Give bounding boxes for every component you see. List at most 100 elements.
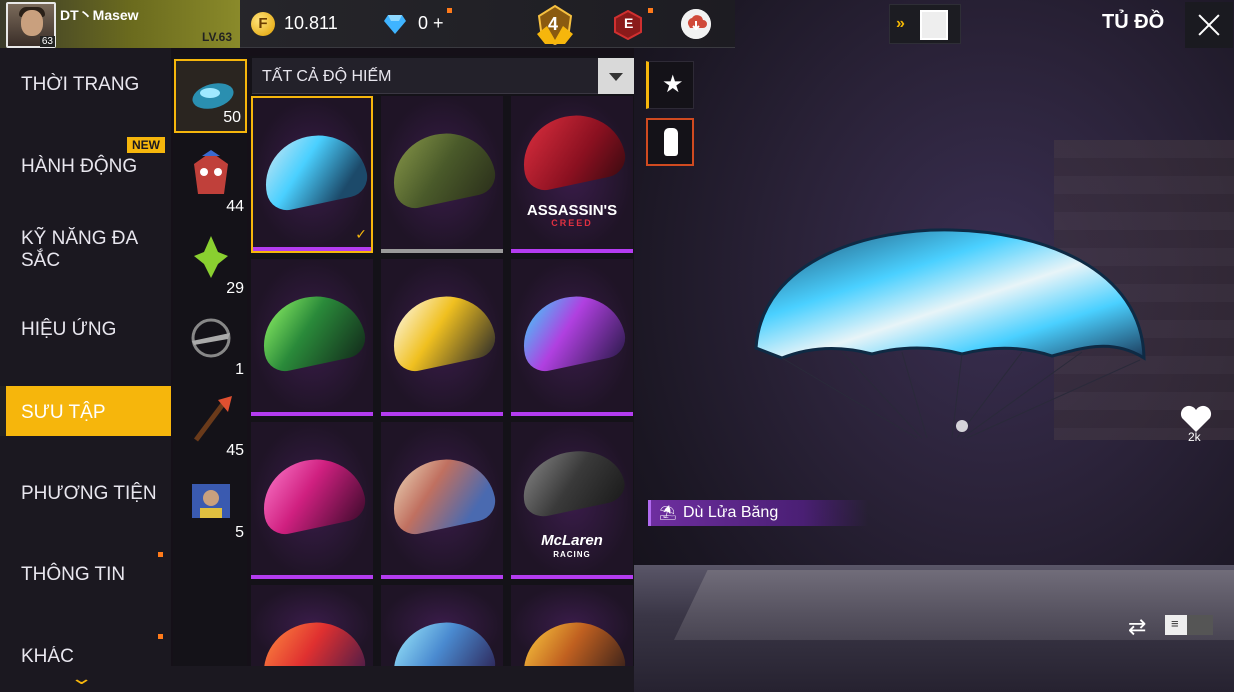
nav-item-effects[interactable]: HIỆU ỨNG [0, 319, 171, 375]
player-level: LV.63 [202, 30, 233, 44]
item-count: 29 [226, 280, 244, 297]
avatar[interactable]: 63 [6, 2, 56, 48]
nav-item-vehicles[interactable]: PHƯƠNG TIỆN [0, 483, 171, 539]
axe-icon [194, 396, 232, 442]
assassins-creed-subtitle: CREED [551, 218, 593, 228]
subcategory-planes[interactable]: 1 [174, 303, 248, 383]
diamond-amount[interactable]: 0 + [418, 13, 444, 34]
rarity-filter-dropdown[interactable]: TẤT CẢ ĐỘ HIẾM [252, 58, 634, 94]
nav-label: PHƯƠNG TIỆN [21, 483, 157, 504]
nav-label: HÀNH ĐỘNG [21, 156, 138, 177]
parachute-pink [255, 450, 369, 538]
bottom-bar [0, 666, 634, 692]
item-card[interactable] [381, 585, 503, 666]
view-toggle[interactable] [1165, 615, 1213, 635]
item-card[interactable] [511, 259, 633, 416]
outfit-preview-button[interactable] [646, 118, 694, 166]
nav-label: SƯU TẬP [21, 402, 106, 423]
player-name: DT丶Masew [60, 7, 139, 23]
notification-dot [648, 8, 653, 13]
rarity-bar [511, 249, 633, 253]
character-card-icon [192, 484, 230, 518]
item-card[interactable]: ✓ [251, 96, 373, 253]
nav-item-info[interactable]: THÔNG TIN [0, 564, 171, 620]
chevron-down-icon[interactable] [598, 58, 634, 94]
subcategory-masks[interactable]: 44 [174, 140, 248, 220]
rarity-bar [251, 412, 373, 416]
character-portrait-icon [920, 10, 948, 40]
like-count: 2k [1188, 430, 1201, 444]
display-platform-top [674, 570, 1234, 640]
close-button[interactable] [1185, 2, 1233, 48]
diamond-icon [384, 15, 406, 34]
nav-item-other[interactable]: KHÁC [0, 646, 171, 666]
nav-item-actions[interactable]: HÀNH ĐỘNG [0, 156, 171, 212]
item-card[interactable] [251, 585, 373, 666]
rank-tier: 4 [548, 14, 559, 34]
item-card[interactable] [381, 259, 503, 416]
cloud-download-icon[interactable] [681, 9, 711, 39]
notification-dot [158, 552, 163, 557]
rarity-bar [251, 575, 373, 579]
item-card[interactable]: McLaren RACING [511, 422, 633, 579]
nav-label: KHÁC [21, 646, 74, 666]
nav-item-fashion[interactable]: THỜI TRANG [0, 74, 171, 130]
diamond-add-button[interactable]: + [433, 13, 444, 33]
subcategory-parachutes[interactable]: 50 [174, 59, 247, 133]
assassins-creed-logo: ASSASSIN'S [526, 202, 618, 219]
rarity-bar [511, 412, 633, 416]
item-card[interactable] [381, 422, 503, 579]
gold-amount: 10.811 [284, 13, 338, 33]
parachute-mclaren [516, 442, 628, 520]
mannequin-icon [664, 128, 678, 156]
rarity-bar [381, 249, 503, 253]
item-card[interactable] [251, 259, 373, 416]
item-card[interactable]: ASSASSIN'S CREED [511, 96, 633, 253]
item-count: 5 [235, 524, 244, 541]
nav-label: KỸ NĂNG ĐA SẮC [21, 228, 138, 271]
filter-label: TẤT CẢ ĐỘ HIẾM [262, 68, 392, 85]
notification-dot [158, 634, 163, 639]
nav-item-color-skills[interactable]: KỸ NĂNG ĐA SẮC [0, 228, 171, 274]
parachute-assassins-creed [515, 106, 629, 194]
item-card[interactable] [251, 422, 373, 579]
item-card[interactable] [511, 585, 633, 666]
elite-pass-letter: E [624, 15, 634, 31]
character-switch-button[interactable]: » [889, 4, 961, 44]
player-profile[interactable]: 63 DT丶Masew LV.63 [0, 0, 240, 48]
parachute-camo [385, 124, 499, 212]
gold-coin-icon: F [251, 12, 275, 36]
list-icon [1165, 615, 1187, 635]
parachute-small-icon: ⛱ [659, 504, 677, 520]
diamond-count: 0 [418, 13, 429, 33]
selected-item-name: Dù Lửa Băng [683, 504, 779, 521]
mclaren-subtitle: RACING [553, 550, 591, 559]
nav-label: THỜI TRANG [21, 74, 140, 95]
item-count: 45 [226, 442, 244, 459]
airplane-icon [191, 318, 231, 358]
rarity-bar [381, 575, 503, 579]
item-count: 50 [223, 109, 241, 126]
parachute-green [255, 287, 369, 375]
mclaren-logo: McLaren [541, 532, 603, 549]
like-button[interactable]: 2k [1176, 404, 1216, 444]
parachute-gold [385, 287, 499, 375]
subcategory-effects[interactable]: 29 [174, 222, 248, 302]
selected-item-name-tag: ⛱ Dù Lửa Băng [648, 500, 868, 526]
parachute-pastel [385, 450, 499, 538]
crystal-icon [194, 236, 228, 278]
double-chevron-icon: » [896, 15, 905, 32]
favorite-star-button[interactable] [646, 61, 694, 109]
item-count: 1 [235, 361, 244, 378]
subcategory-cards[interactable]: 5 [174, 466, 248, 546]
shuffle-icon[interactable]: ⇄ [1128, 614, 1146, 640]
rarity-bar [381, 412, 503, 416]
chevron-down-icon[interactable]: ⌄ [69, 668, 93, 689]
rarity-bar [253, 247, 371, 251]
item-card[interactable] [381, 96, 503, 253]
parachute-amber [515, 613, 629, 666]
nav-item-collection[interactable]: SƯU TẬP [0, 386, 171, 436]
subcategory-weapons[interactable]: 45 [174, 384, 248, 464]
page-title: TỦ ĐỒ [1102, 11, 1165, 33]
nav-label: HIỆU ỨNG [21, 319, 117, 340]
